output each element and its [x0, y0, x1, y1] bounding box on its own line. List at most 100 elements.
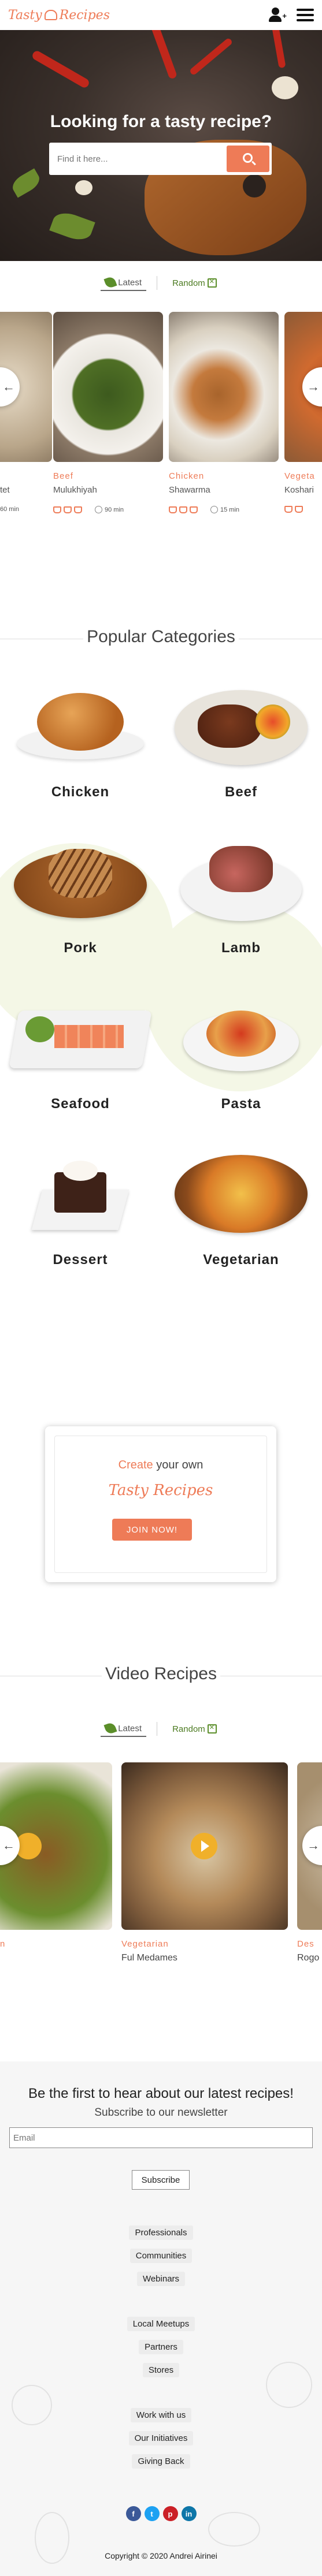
footer-link-label[interactable]: Partners [139, 2340, 183, 2354]
recipe-meta: 60 min [0, 506, 19, 513]
footer-link[interactable]: Communities [0, 2249, 322, 2263]
hero-title: Looking for a tasty recipe? [50, 112, 272, 131]
category-chicken[interactable]: Chicken [14, 681, 147, 800]
footer-link[interactable]: Stores [0, 2363, 322, 2377]
hamburger-icon[interactable] [297, 9, 314, 21]
chili-pepper-image [146, 30, 178, 80]
footer-link-label[interactable]: Stores [142, 2363, 180, 2377]
recipe-category: Chicken [169, 471, 205, 481]
category-label: Lamb [221, 940, 261, 956]
copyright-text: Copyright © 2020 Andrei Airinei [105, 2551, 217, 2560]
tab-random-label: Random [172, 278, 205, 288]
difficulty-pot-icon [169, 506, 177, 513]
nav-actions: + [268, 7, 314, 23]
cta-rest-text: your own [156, 1459, 203, 1471]
logo-text-tasty: Tasty [8, 8, 42, 23]
footer-link[interactable]: Our Initiatives [0, 2431, 322, 2445]
newsletter-title: Be the first to hear about our latest re… [28, 2086, 294, 2101]
category-label: Chicken [51, 784, 110, 800]
linkedin-icon[interactable]: in [181, 2506, 197, 2521]
footer-link[interactable]: Giving Back [0, 2454, 322, 2469]
video-category: Vegetarian [121, 1939, 169, 1949]
tab-random[interactable]: Random [168, 276, 221, 290]
newsletter-subtitle: Subscribe to our newsletter [94, 2107, 228, 2119]
difficulty-pot-icon [64, 506, 72, 513]
video-title: Video Recipes [0, 1664, 322, 1684]
footer-link-label[interactable]: Our Initiatives [128, 2431, 194, 2445]
recipe-image [169, 312, 279, 462]
recipe-name[interactable]: Koshari [284, 485, 314, 495]
footer-link[interactable]: Work with us [0, 2408, 322, 2422]
category-image [14, 681, 147, 768]
recipe-name[interactable]: Shawarma [169, 485, 210, 495]
category-seafood[interactable]: Seafood [9, 993, 152, 1112]
play-icon[interactable] [191, 1833, 217, 1859]
recipe-name[interactable]: tet [0, 485, 10, 495]
footer-link-label[interactable]: Local Meetups [127, 2317, 195, 2331]
video-card[interactable]: Vegetarian Ful Medames [121, 1762, 288, 1963]
clock-icon [95, 506, 102, 513]
footer-link[interactable]: Local Meetups [0, 2317, 322, 2331]
video-name[interactable]: Rogo [297, 1953, 319, 1963]
chili-pepper-image [31, 49, 91, 90]
tab-random-label: Random [172, 1724, 205, 1734]
chili-pepper-image [269, 30, 286, 69]
video-category: Des [297, 1939, 314, 1949]
latest-recipes-carousel: tet 60 min Beef Mulukhiyah 90 min Chicke… [0, 312, 322, 549]
footer-link[interactable]: Professionals [0, 2225, 322, 2240]
navbar: Tasty Recipes + [0, 0, 322, 30]
recipe-name[interactable]: Mulukhiyah [53, 485, 97, 495]
recipe-card[interactable]: Chicken Shawarma 15 min [169, 312, 279, 513]
video-name[interactable]: Ful Medames [121, 1953, 177, 1963]
difficulty-pot-icon [295, 506, 303, 513]
category-pasta[interactable]: Pasta [175, 993, 308, 1112]
category-lamb[interactable]: Lamb [175, 837, 308, 956]
email-field[interactable] [9, 2127, 313, 2148]
user-plus-icon[interactable]: + [268, 7, 287, 23]
category-vegetarian[interactable]: Vegetarian [175, 1149, 308, 1268]
leaf-icon [103, 275, 117, 289]
search-input[interactable] [49, 143, 223, 175]
leaf-icon [103, 1721, 117, 1735]
cta-headline: Create your own [45, 1459, 276, 1472]
hero-banner: Looking for a tasty recipe? [0, 30, 322, 261]
footer-link[interactable]: Webinars [0, 2272, 322, 2286]
tab-random[interactable]: Random [168, 1722, 221, 1736]
facebook-icon[interactable]: f [125, 2506, 141, 2521]
category-label: Dessert [53, 1252, 108, 1268]
search-button[interactable] [227, 146, 269, 172]
logo-text-recipes: Recipes [59, 8, 110, 23]
footer-link-label[interactable]: Giving Back [132, 2454, 190, 2469]
footer-link[interactable]: Partners [0, 2340, 322, 2354]
recipe-category: Vegeta [284, 471, 315, 481]
brand-logo[interactable]: Tasty Recipes [8, 8, 110, 23]
shuffle-icon [207, 278, 217, 288]
category-image [175, 993, 308, 1080]
pinterest-icon[interactable]: p [162, 2506, 178, 2521]
recipe-time: 15 min [220, 506, 240, 513]
category-image [175, 837, 308, 924]
recipe-card[interactable]: Beef Mulukhiyah 90 min [53, 312, 163, 513]
category-pork[interactable]: Pork [14, 837, 147, 956]
recipe-category: Beef [53, 471, 73, 481]
footer-link-label[interactable]: Professionals [129, 2225, 193, 2240]
category-dessert[interactable]: Dessert [14, 1149, 147, 1268]
difficulty-pot-icon [190, 506, 198, 513]
twitter-icon[interactable]: t [144, 2506, 160, 2521]
chili-pepper-image [188, 37, 234, 76]
tab-latest[interactable]: Latest [101, 275, 147, 291]
category-beef[interactable]: Beef [175, 681, 308, 800]
create-account-card: Create your own Tasty Recipes JOIN NOW! [45, 1426, 276, 1582]
herb-leaf-image [9, 168, 43, 198]
page: Tasty Recipes + Looking for a tasty reci… [0, 0, 322, 2576]
category-label: Vegetarian [203, 1252, 279, 1268]
footer-link-label[interactable]: Webinars [136, 2272, 186, 2286]
subscribe-button[interactable]: Subscribe [132, 2170, 190, 2190]
footer-link-label[interactable]: Work with us [130, 2408, 192, 2422]
join-now-button[interactable]: JOIN NOW! [112, 1519, 192, 1541]
tab-latest[interactable]: Latest [101, 1721, 147, 1737]
recipe-meta: 15 min [169, 506, 239, 513]
footer-link-label[interactable]: Communities [129, 2249, 193, 2263]
recipe-tabs: Latest Random [0, 275, 322, 291]
categories-title-text: Popular Categories [83, 627, 239, 646]
